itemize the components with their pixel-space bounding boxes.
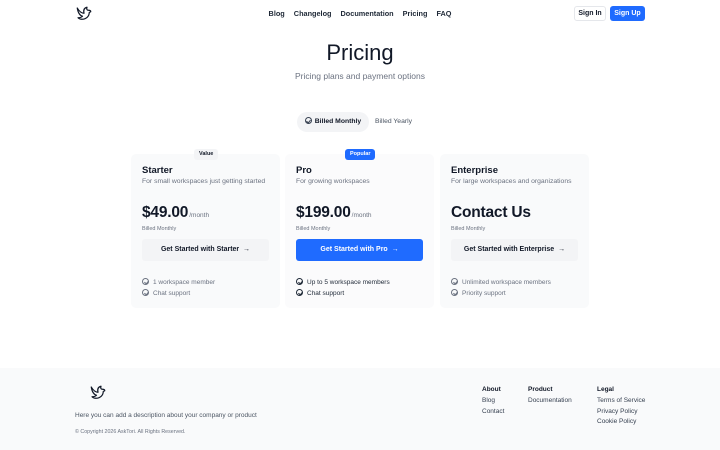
value-badge: Value: [194, 149, 218, 160]
footer-link-documentation[interactable]: Documentation: [528, 397, 572, 404]
feature-label: Priority support: [462, 290, 506, 297]
billing-toggle: Billed Monthly Billed Yearly: [297, 112, 423, 132]
feature-item: Chat support: [296, 289, 344, 297]
footer-link-blog[interactable]: Blog: [482, 397, 504, 404]
footer-link-privacy[interactable]: Privacy Policy: [597, 408, 645, 415]
arrow-right-icon: →: [243, 246, 251, 253]
cta-label: Get Started with Starter: [160, 246, 240, 253]
plan-description: For small workspaces just getting starte…: [142, 178, 266, 185]
price-period: /month: [351, 212, 372, 219]
nav-link-pricing[interactable]: Pricing: [403, 9, 428, 18]
footer-heading: Product: [528, 386, 553, 393]
feature-item: Priority support: [451, 289, 506, 297]
feature-label: 1 workspace member: [153, 279, 216, 286]
popular-badge: Popular: [345, 149, 375, 160]
get-started-enterprise-button[interactable]: Get Started with Enterprise →: [451, 239, 578, 261]
billed-monthly-label: Billed Monthly: [314, 118, 362, 125]
check-circle-icon: [296, 289, 303, 296]
get-started-pro-button[interactable]: Get Started with Pro →: [296, 239, 423, 261]
arrow-right-icon: →: [391, 246, 399, 253]
footer-copyright: © Copyright 2026 AskTori. All Rights Res…: [75, 429, 186, 435]
footer-heading: About: [482, 386, 501, 393]
plan-name: Enterprise: [451, 165, 498, 176]
plan-name: Pro: [296, 165, 312, 176]
footer-column-legal: Legal Terms of Service Privacy Policy Co…: [597, 386, 645, 429]
footer-column-about: About Blog Contact: [482, 386, 504, 418]
footer-column-product: Product Documentation: [528, 386, 572, 408]
feature-label: Chat support: [307, 290, 345, 297]
site-footer: Here you can add a description about you…: [0, 368, 720, 450]
plan-price: Contact Us: [451, 204, 531, 222]
price-amount: $199.00: [296, 204, 351, 221]
plan-card-enterprise: Enterprise For large workspaces and orga…: [440, 154, 589, 308]
check-circle-icon: [451, 278, 458, 285]
nav-link-blog[interactable]: Blog: [269, 9, 285, 18]
cta-label: Get Started with Enterprise: [463, 246, 555, 253]
price-amount: Contact Us: [451, 204, 531, 221]
plan-description: For growing workspaces: [296, 178, 370, 185]
check-circle-icon: [142, 278, 149, 285]
billing-note: Billed Monthly: [296, 226, 331, 232]
nav-link-documentation[interactable]: Documentation: [341, 9, 394, 18]
sign-in-button[interactable]: Sign In: [574, 6, 606, 21]
plan-card-starter: Starter For small workspaces just gettin…: [131, 154, 280, 308]
billing-note: Billed Monthly: [142, 226, 177, 232]
footer-link-cookie[interactable]: Cookie Policy: [597, 418, 645, 425]
page-title: Pricing: [326, 40, 394, 65]
arrow-right-icon: →: [558, 246, 566, 253]
sign-up-button[interactable]: Sign Up: [610, 6, 645, 21]
check-circle-icon: [142, 289, 149, 296]
feature-label: Up to 5 workspace members: [307, 279, 390, 286]
feature-item: Unlimited workspace members: [451, 278, 551, 286]
feature-item: Chat support: [142, 289, 190, 297]
footer-description: Here you can add a description about you…: [75, 412, 257, 419]
top-navbar: Blog Changelog Documentation Pricing FAQ…: [0, 0, 720, 28]
bird-icon[interactable]: [89, 384, 107, 402]
plan-price: $49.00/month: [142, 204, 209, 222]
nav-link-changelog[interactable]: Changelog: [294, 9, 332, 18]
page-subtitle: Pricing plans and payment options: [295, 71, 425, 81]
feature-item: 1 workspace member: [142, 278, 215, 286]
feature-label: Chat support: [153, 290, 191, 297]
footer-heading: Legal: [597, 386, 614, 393]
feature-item: Up to 5 workspace members: [296, 278, 390, 286]
plan-description: For large workspaces and organizations: [451, 178, 572, 185]
footer-link-terms[interactable]: Terms of Service: [597, 397, 645, 404]
check-circle-icon: [304, 117, 312, 124]
plan-price: $199.00/month: [296, 204, 372, 222]
footer-link-contact[interactable]: Contact: [482, 408, 504, 415]
nav-link-faq[interactable]: FAQ: [436, 9, 451, 18]
price-period: /month: [189, 212, 210, 219]
get-started-starter-button[interactable]: Get Started with Starter →: [142, 239, 269, 261]
check-circle-icon: [296, 278, 303, 285]
billing-note: Billed Monthly: [451, 226, 486, 232]
price-amount: $49.00: [142, 204, 189, 221]
plan-card-pro: Pro For growing workspaces $199.00/month…: [285, 154, 434, 308]
feature-label: Unlimited workspace members: [462, 279, 551, 286]
cta-label: Get Started with Pro: [320, 246, 388, 253]
billed-yearly-option[interactable]: Billed Yearly: [375, 112, 415, 132]
billed-monthly-option[interactable]: Billed Monthly: [297, 112, 369, 132]
check-circle-icon: [451, 289, 458, 296]
plan-name: Starter: [142, 165, 173, 176]
